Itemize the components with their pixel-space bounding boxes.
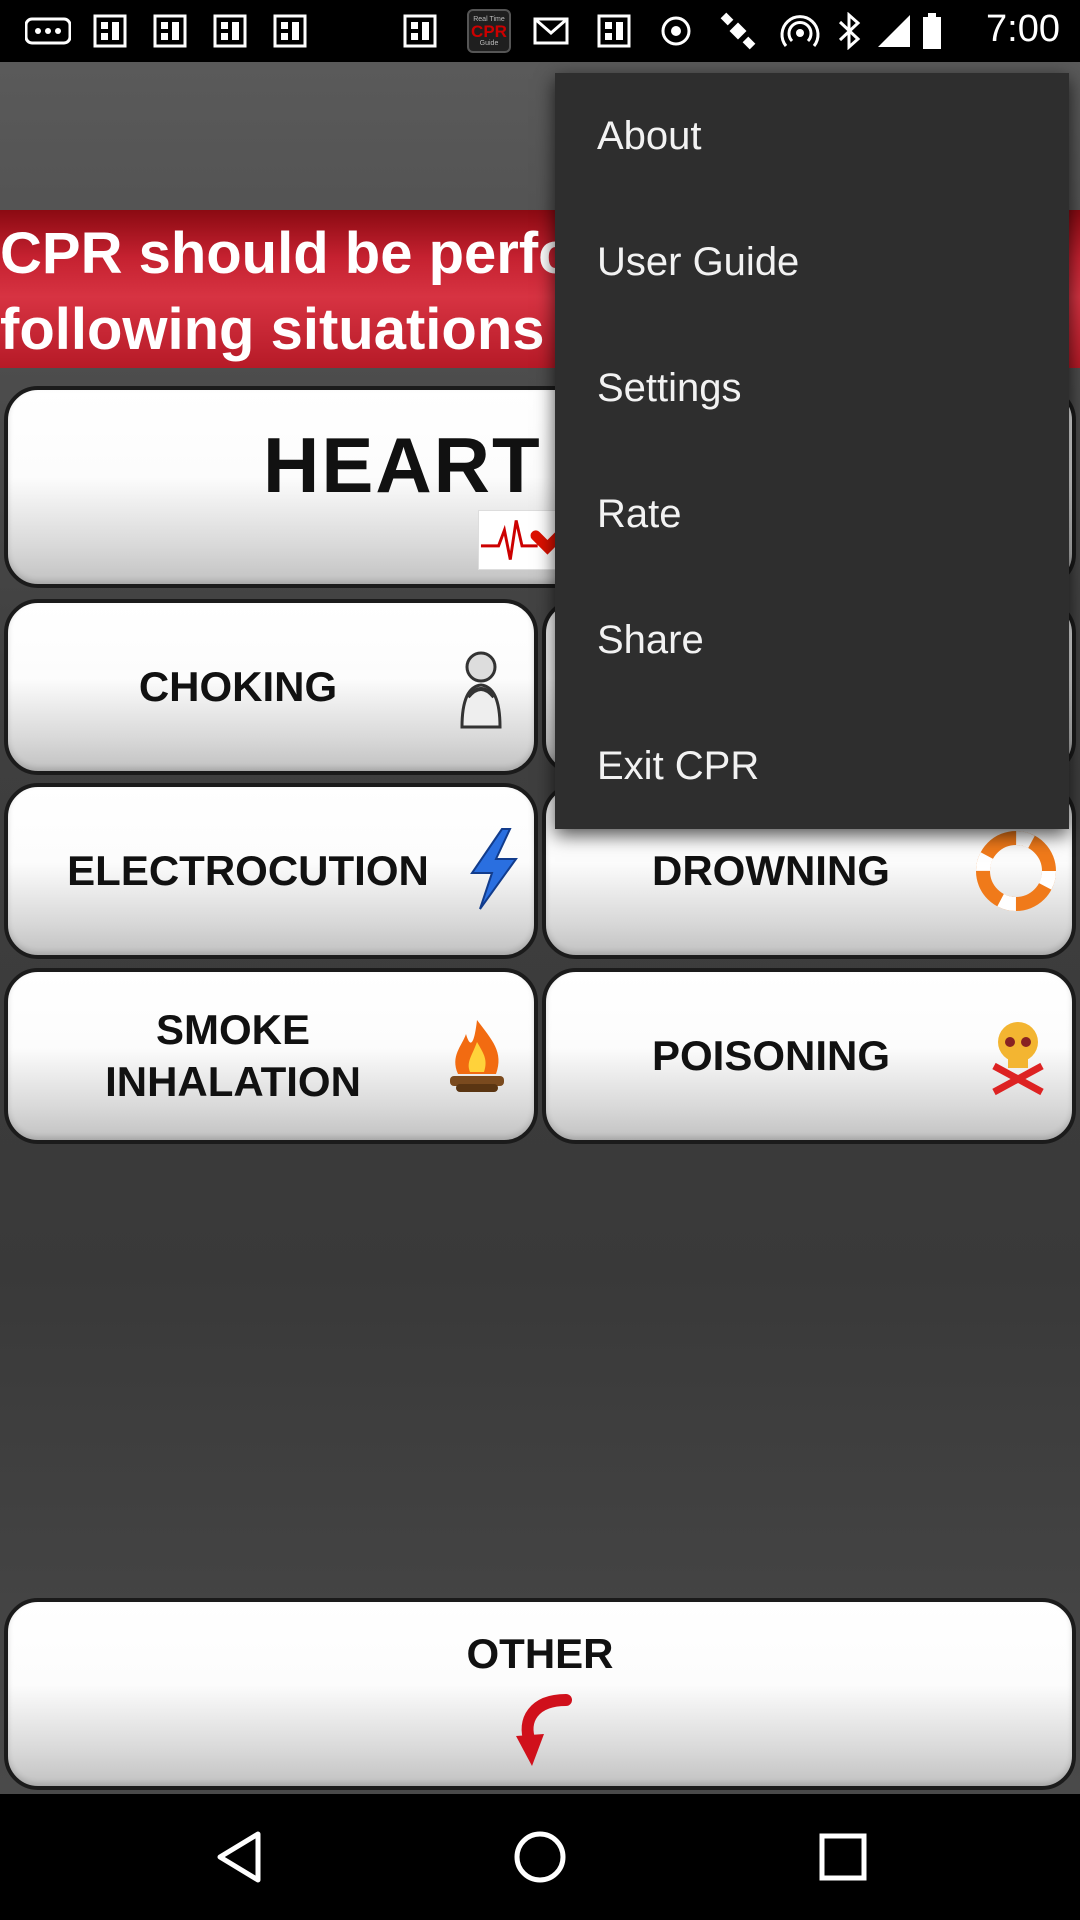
menu-item-user-guide[interactable]: User Guide (555, 199, 1069, 325)
life-ring-icon (976, 831, 1056, 911)
choking-label: CHOKING (138, 663, 338, 710)
menu-item-about[interactable]: About (555, 73, 1069, 199)
back-icon[interactable] (204, 1822, 274, 1892)
image-icon (400, 11, 440, 51)
cpr-app-icon: Real Time CPR Guide (466, 9, 512, 53)
smoke-inhalation-button[interactable]: SMOKE INHALATION (4, 968, 538, 1144)
recents-icon[interactable] (808, 1822, 878, 1892)
choking-person-icon (448, 647, 514, 729)
app-badge-main-text: CPR (471, 21, 507, 41)
menu-item-rate[interactable]: Rate (555, 451, 1069, 577)
battery-icon (920, 11, 944, 51)
fire-icon (442, 1016, 512, 1096)
more-icon (24, 11, 72, 51)
mail-icon (530, 11, 572, 51)
electrocution-button[interactable]: ELECTROCUTION (4, 783, 538, 959)
signal-icon (874, 11, 914, 51)
menu-item-exit[interactable]: Exit CPR (555, 703, 1069, 829)
sync-icon (656, 11, 696, 51)
choking-button[interactable]: CHOKING (4, 599, 538, 775)
image-icon (90, 11, 130, 51)
curved-arrow-icon (514, 1692, 574, 1768)
status-bar: Real Time CPR Guide 7:00 (0, 0, 1080, 62)
image-icon (594, 11, 634, 51)
navigation-bar (0, 1794, 1080, 1920)
satellite-icon (716, 11, 760, 51)
electrocution-label: ELECTROCUTION (67, 847, 429, 894)
poisoning-button[interactable]: POISONING (542, 968, 1076, 1144)
image-icon (210, 11, 250, 51)
home-icon[interactable] (505, 1822, 575, 1892)
poisoning-label: POISONING (651, 1032, 891, 1079)
menu-item-share[interactable]: Share (555, 577, 1069, 703)
smoke-inhalation-label: SMOKE INHALATION (8, 972, 458, 1140)
image-icon (150, 11, 190, 51)
skull-crossbones-icon (988, 1016, 1048, 1096)
smoke-label-line-2: INHALATION (105, 1058, 361, 1105)
app-badge-bottom-text: Guide (479, 39, 499, 47)
lightning-bolt-icon (466, 827, 522, 911)
bluetooth-icon (834, 11, 864, 51)
overflow-menu: About User Guide Settings Rate Share Exi… (555, 73, 1069, 829)
smoke-label-line-1: SMOKE (155, 1006, 310, 1053)
other-button[interactable]: OTHER (4, 1598, 1076, 1790)
wifi-hotspot-icon (778, 11, 822, 51)
status-time: 7:00 (986, 8, 1060, 50)
image-icon (270, 11, 310, 51)
menu-item-settings[interactable]: Settings (555, 325, 1069, 451)
other-label: OTHER (466, 1630, 614, 1677)
